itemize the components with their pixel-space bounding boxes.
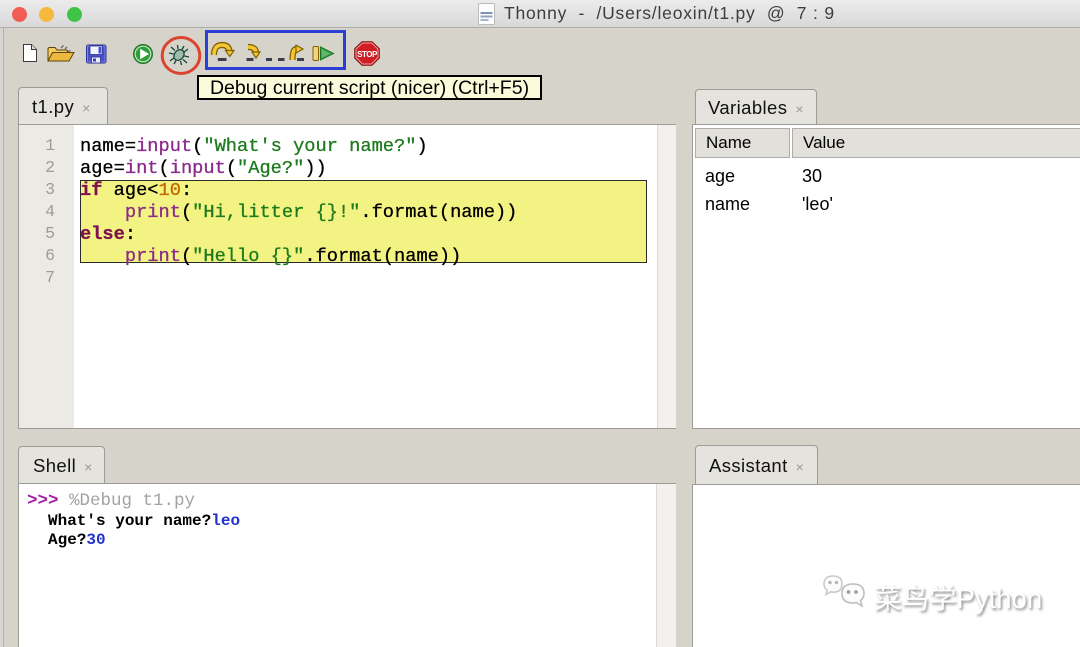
svg-text:STOP: STOP [357,50,378,59]
